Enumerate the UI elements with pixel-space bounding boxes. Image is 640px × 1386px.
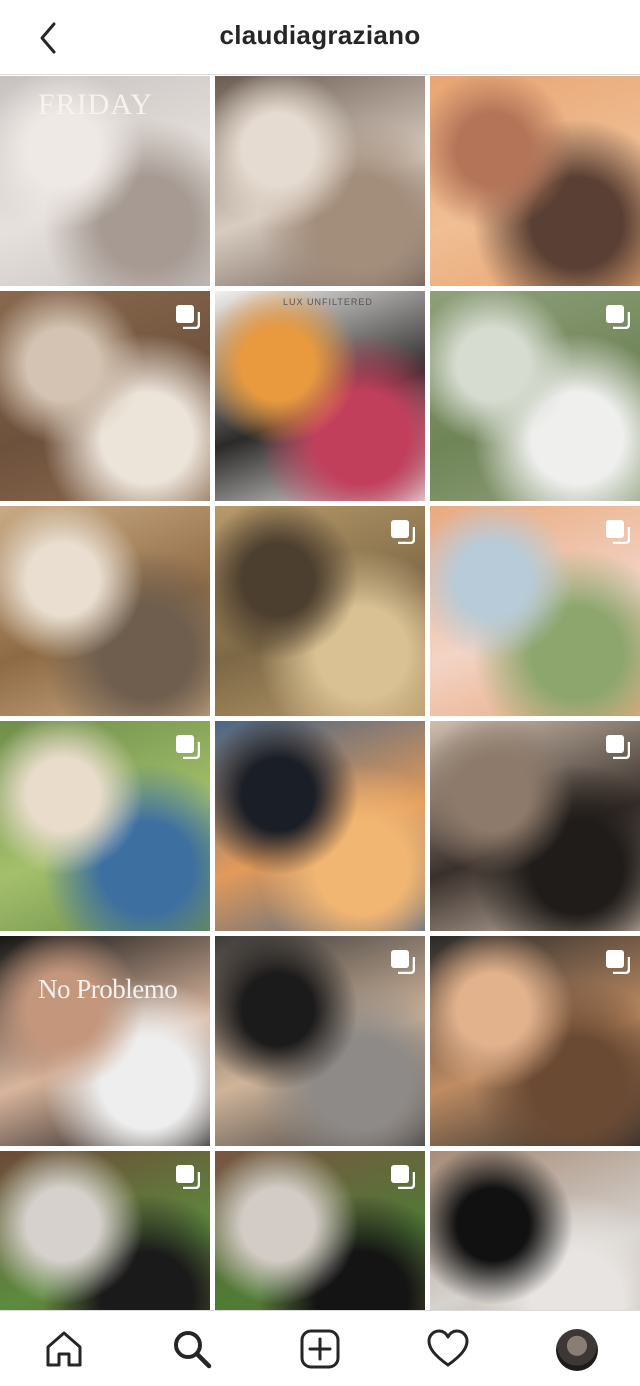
post-overlay-text: LUX UNFILTERED (283, 297, 373, 307)
carousel-multiple-icon (391, 950, 415, 974)
tab-activity[interactable] (426, 1327, 470, 1371)
steering-wheel-bag-post[interactable] (430, 936, 640, 1146)
tab-new-post[interactable] (298, 1327, 342, 1371)
product-citrus-drinks-post[interactable]: LUX UNFILTERED (215, 291, 425, 501)
sunset-mountains-city-post[interactable] (430, 76, 640, 286)
top-navigation-bar: claudiagraziano (0, 0, 640, 75)
sunset-coastline-post[interactable] (215, 721, 425, 931)
wood-fence-white-top-post[interactable] (0, 291, 210, 501)
carousel-multiple-icon (391, 1165, 415, 1189)
garden-party-blue-dress-post[interactable] (0, 721, 210, 931)
carousel-multiple-icon (391, 520, 415, 544)
car-interior-black-outfit-post[interactable] (215, 936, 425, 1146)
golden-field-cap-post[interactable] (215, 506, 425, 716)
profile-username-title: claudiagraziano (219, 20, 421, 50)
white-set-plants-post[interactable] (430, 291, 640, 501)
activity-heart-icon (427, 1329, 469, 1367)
search-icon (174, 1331, 212, 1369)
tab-home[interactable] (42, 1327, 86, 1371)
carousel-multiple-icon (606, 735, 630, 759)
post-overlay-text: No Problemo (38, 974, 178, 1004)
flowers-tea-table-post[interactable] (430, 506, 640, 716)
carousel-multiple-icon (606, 520, 630, 544)
carousel-multiple-icon (176, 305, 200, 329)
tab-search[interactable] (170, 1327, 214, 1371)
carousel-multiple-icon (176, 735, 200, 759)
new-post-icon (300, 1329, 340, 1369)
post-overlay-text: FRIDAY (38, 88, 153, 121)
bottom-tab-bar (0, 1310, 640, 1386)
friday-living-room-post[interactable]: FRIDAY (0, 76, 210, 286)
restaurant-evening-post[interactable] (430, 721, 640, 931)
cafe-interior-post[interactable] (0, 506, 210, 716)
profile-avatar[interactable] (556, 1329, 598, 1371)
stairs-coffee-outfit-post[interactable] (215, 76, 425, 286)
carousel-multiple-icon (606, 950, 630, 974)
no-problemo-tee-post[interactable]: No Problemo (0, 936, 210, 1146)
home-icon (46, 1331, 82, 1367)
carousel-multiple-icon (176, 1165, 200, 1189)
carousel-multiple-icon (606, 305, 630, 329)
